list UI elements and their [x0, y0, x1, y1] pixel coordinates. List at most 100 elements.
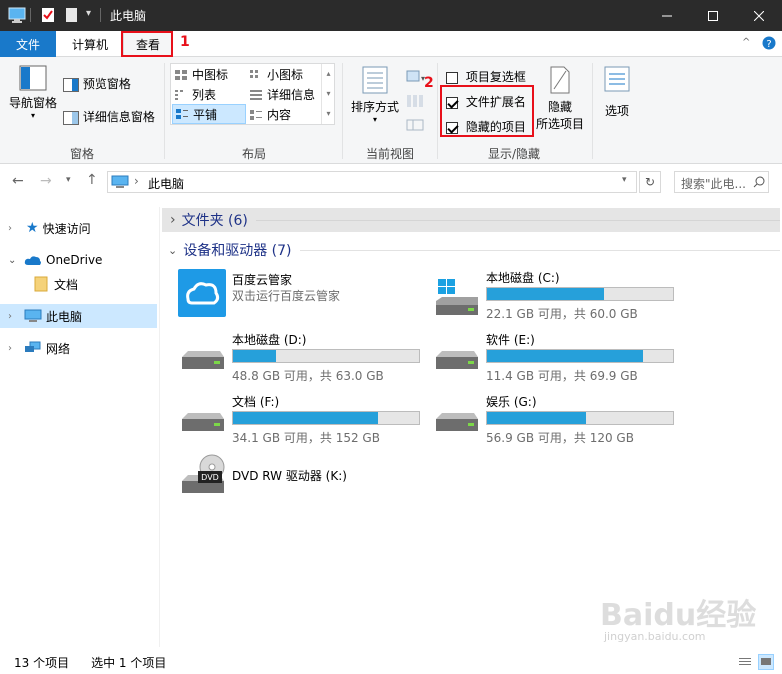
- group-by-icon[interactable]: ▾: [405, 69, 425, 85]
- add-columns-icon[interactable]: [405, 93, 425, 109]
- forward-icon[interactable]: →: [40, 173, 52, 189]
- search-input[interactable]: 搜索"此电...: [674, 171, 769, 193]
- drive-c[interactable]: 本地磁盘 (C:) 22.1 GB 可用，共 60.0 GB: [432, 267, 682, 323]
- sort-by-label: 排序方式: [350, 100, 399, 114]
- close-button[interactable]: [736, 0, 782, 31]
- drive-f[interactable]: 文档 (F:) 34.1 GB 可用，共 152 GB: [178, 391, 428, 447]
- drive-name: DVD RW 驱动器 (K:): [232, 469, 347, 483]
- breadcrumb-this-pc[interactable]: 此电脑: [148, 175, 184, 192]
- drive-capacity-fill: [487, 412, 586, 424]
- options-button[interactable]: 选项: [600, 65, 634, 119]
- address-bar[interactable]: › 此电脑 ▾: [107, 171, 637, 193]
- star-icon: ★: [26, 220, 39, 236]
- collapse-icon[interactable]: ⌄: [8, 255, 20, 266]
- devices-section-header[interactable]: ⌄ 设备和驱动器 (7): [162, 238, 780, 262]
- drive-capacity-fill: [487, 288, 605, 300]
- sidebar-item-onedrive[interactable]: ⌄ OneDrive: [0, 248, 157, 272]
- devices-section-title: 设备和驱动器 (7): [183, 243, 292, 259]
- address-dropdown-icon[interactable]: ▾: [622, 175, 627, 185]
- expand-icon[interactable]: ›: [8, 311, 20, 322]
- tab-computer[interactable]: 计算机: [60, 31, 120, 57]
- drive-name: 软件 (E:): [486, 333, 535, 347]
- item-checkboxes-toggle[interactable]: 项目复选框: [446, 68, 526, 85]
- drive-info: 48.8 GB 可用，共 63.0 GB: [232, 369, 384, 383]
- size-columns-icon[interactable]: [405, 117, 425, 133]
- group-label-layout: 布局: [241, 147, 266, 161]
- group-label-pane: 窗格: [69, 147, 94, 161]
- folders-section-title: 文件夹 (6): [181, 213, 248, 229]
- properties-icon[interactable]: [40, 6, 56, 24]
- layout-gallery-scroll[interactable]: ▴ ▾ ▾: [321, 64, 335, 124]
- recent-locations-icon[interactable]: ▾: [66, 175, 71, 185]
- sort-by-button[interactable]: 排序方式 ▾: [350, 65, 400, 124]
- drive-d[interactable]: 本地磁盘 (D:) 48.8 GB 可用，共 63.0 GB: [178, 329, 428, 385]
- drive-capacity-fill: [233, 350, 276, 362]
- customize-toolbar-icon[interactable]: ▾: [86, 8, 91, 26]
- layout-list[interactable]: 列表: [174, 86, 216, 103]
- navigation-pane-icon: [19, 65, 47, 91]
- minimize-button[interactable]: [644, 0, 690, 31]
- folder-icon: [34, 276, 48, 292]
- back-icon[interactable]: ←: [12, 173, 24, 189]
- expand-icon[interactable]: ›: [8, 343, 20, 354]
- layout-tiles-label: 平铺: [193, 107, 218, 122]
- computer-icon: [24, 309, 42, 322]
- title-bar: ▾ 此电脑: [0, 0, 782, 31]
- help-icon[interactable]: ?: [762, 36, 776, 50]
- drive-name: 娱乐 (G:): [486, 395, 537, 409]
- details-icon: [250, 89, 262, 100]
- network-icon: [25, 341, 41, 352]
- drive-g[interactable]: 娱乐 (G:) 56.9 GB 可用，共 120 GB: [432, 391, 682, 447]
- preview-pane-button[interactable]: 预览窗格: [63, 75, 131, 92]
- maximize-button[interactable]: [690, 0, 736, 31]
- annotation-1: 1: [180, 34, 190, 50]
- item-count: 13 个项目: [14, 655, 70, 670]
- app-baidu-cloud[interactable]: 百度云管家 双击运行百度云管家: [178, 269, 428, 325]
- collapse-ribbon-icon[interactable]: ^: [742, 37, 750, 48]
- options-icon: [604, 66, 630, 92]
- drive-icon: [436, 413, 478, 431]
- layout-small-icons[interactable]: 小图标: [249, 66, 303, 83]
- large-icons-view-icon[interactable]: [758, 654, 774, 670]
- hide-selected-button[interactable]: 隐藏 所选项目: [534, 65, 586, 132]
- collapse-icon: ⌄: [168, 243, 178, 257]
- layout-details[interactable]: 详细信息: [249, 86, 315, 103]
- drive-icon: [182, 351, 224, 369]
- expand-icon[interactable]: ›: [8, 223, 20, 234]
- tab-file[interactable]: 文件: [0, 31, 56, 57]
- dvd-badge: DVD: [201, 473, 219, 482]
- sidebar-item-quick-access[interactable]: › ★ 快速访问: [0, 216, 157, 240]
- ribbon: 导航窗格 ▾ 预览窗格 详细信息窗格 窗格 中图标 小图标 列表 详细信息 平铺: [0, 57, 782, 164]
- watermark-logo: Baidu经验: [600, 598, 757, 633]
- item-checkboxes-checkbox[interactable]: [446, 71, 458, 84]
- layout-medium-icons[interactable]: 中图标: [174, 66, 228, 83]
- refresh-button[interactable]: ↻: [639, 171, 661, 193]
- content-icon: [250, 109, 262, 120]
- sidebar-item-this-pc[interactable]: › 此电脑: [0, 304, 157, 328]
- computer-icon: [8, 7, 26, 23]
- details-view-icon[interactable]: [738, 656, 752, 668]
- sidebar-item-documents[interactable]: 文档: [0, 272, 157, 296]
- up-icon[interactable]: ↑: [86, 172, 98, 188]
- folders-section-header[interactable]: › 文件夹 (6): [162, 208, 780, 232]
- new-folder-icon[interactable]: [64, 6, 80, 24]
- details-pane-button[interactable]: 详细信息窗格: [63, 108, 155, 125]
- preview-pane-label: 预览窗格: [82, 77, 131, 91]
- drive-dvd[interactable]: DVD DVD RW 驱动器 (K:): [178, 453, 428, 509]
- search-placeholder: 搜索"此电...: [681, 177, 746, 191]
- drive-name: 本地磁盘 (C:): [486, 271, 560, 285]
- watermark-url: jingyan.baidu.com: [604, 630, 706, 643]
- layout-tiles[interactable]: 平铺: [172, 104, 246, 124]
- drive-e[interactable]: 软件 (E:) 11.4 GB 可用，共 69.9 GB: [432, 329, 682, 385]
- drive-capacity-bar: [486, 411, 674, 425]
- tiles-icon: [176, 109, 188, 119]
- small-icons-icon: [250, 69, 258, 78]
- layout-content[interactable]: 内容: [249, 106, 291, 123]
- app-name: 百度云管家: [232, 273, 293, 287]
- window-title: 此电脑: [110, 9, 147, 23]
- item-checkboxes-label: 项目复选框: [465, 70, 526, 84]
- group-separator: [164, 63, 165, 159]
- navigation-pane-button[interactable]: 导航窗格 ▾: [6, 65, 60, 120]
- sidebar-item-network[interactable]: › 网络: [0, 336, 157, 360]
- layout-content-label: 内容: [267, 108, 292, 122]
